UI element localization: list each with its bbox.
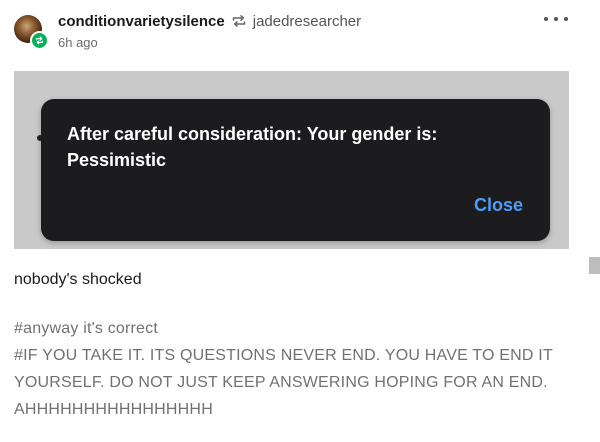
- username-link[interactable]: conditionvarietysilence: [58, 13, 225, 30]
- dialog-message: After careful consideration: Your gender…: [67, 124, 438, 170]
- alert-dialog: After careful consideration: Your gender…: [41, 99, 550, 241]
- tag-list: #anyway it's correct #IF YOU TAKE IT. IT…: [14, 315, 554, 423]
- more-dot-icon: [554, 17, 558, 21]
- post-footer: [14, 432, 164, 442]
- more-dot-icon: [544, 17, 548, 21]
- more-dot-icon: [564, 17, 568, 21]
- post-header: conditionvarietysilence jadedresearcher: [58, 12, 361, 30]
- tag-link[interactable]: #anyway it's correct: [14, 315, 554, 342]
- reblog-icon: [35, 36, 44, 45]
- dialog-close-button: Close: [473, 195, 523, 215]
- post-body-text: nobody's shocked: [14, 271, 142, 288]
- reblogged-from-link[interactable]: jadedresearcher: [253, 13, 361, 30]
- post-timestamp[interactable]: 6h ago: [58, 35, 98, 50]
- reblog-icon: [231, 13, 247, 29]
- tag-link[interactable]: #IF YOU TAKE IT. ITS QUESTIONS NEVER END…: [14, 342, 554, 423]
- reblog-badge: [30, 31, 49, 50]
- scrollbar-thumb[interactable]: [589, 257, 600, 274]
- more-options-button[interactable]: [544, 11, 568, 27]
- post-image[interactable]: After careful consideration: Your gender…: [14, 71, 569, 249]
